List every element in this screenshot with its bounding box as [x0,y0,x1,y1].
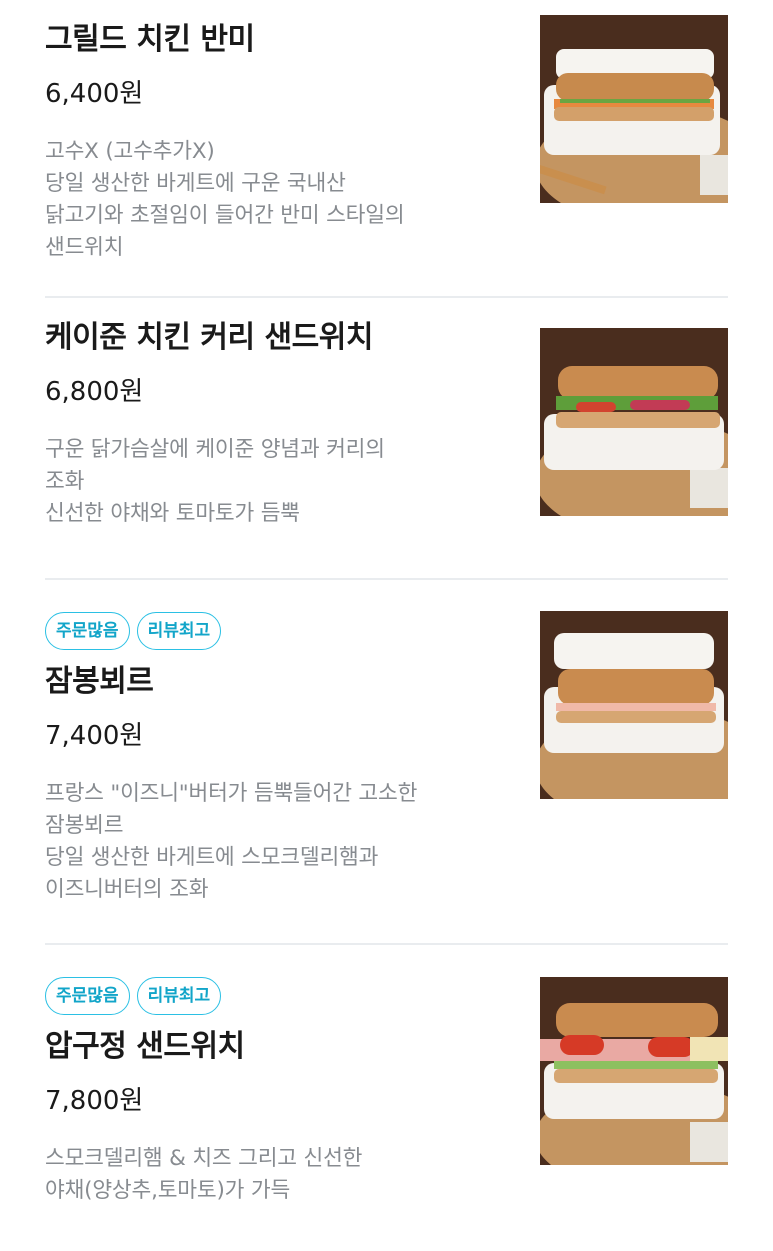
menu-item-name: 그릴드 치킨 반미 [45,22,255,57]
menu-item[interactable]: 주문많음 리뷰최고 압구정 샌드위치 7,800원 스모크델리햄 & 치즈 그리… [0,945,773,1251]
menu-item-description: 스모크델리햄 & 치즈 그리고 신선한 야채(양상추,토마토)가 가득 [45,1146,363,1203]
menu-item-description: 구운 닭가슴살에 케이준 양념과 커리의 조화 신선한 야채와 토마토가 듬뿍 [45,437,385,526]
menu-item-info: 주문많음 리뷰최고 잠봉뵈르 7,400원 프랑스 "이즈니"버터가 듬뿍들어간… [45,612,515,906]
menu-item-price: 6,800원 [45,377,144,407]
menu-item-name: 케이준 치킨 커리 샌드위치 [45,320,373,355]
badge-list: 주문많음 리뷰최고 [45,612,515,650]
menu-item-info: 케이준 치킨 커리 샌드위치 6,800원 구운 닭가슴살에 케이준 양념과 커… [45,318,515,530]
menu-item-description: 고수X (고수추가X) 당일 생산한 바게트에 구운 국내산 닭고기와 초절임이… [45,139,405,260]
menu-item-name: 압구정 샌드위치 [45,1029,245,1064]
menu-item-name: 잠봉뵈르 [45,664,154,699]
sandwich-photo-image [540,328,728,516]
menu-item-price: 7,400원 [45,721,144,751]
menu-item-price: 7,800원 [45,1086,144,1116]
menu-item[interactable]: 주문많음 리뷰최고 잠봉뵈르 7,400원 프랑스 "이즈니"버터가 듬뿍들어간… [0,580,773,945]
menu-item-description: 프랑스 "이즈니"버터가 듬뿍들어간 고소한 잠봉뵈르 당일 생산한 바게트에 … [45,781,418,902]
menu-item[interactable]: 케이준 치킨 커리 샌드위치 6,800원 구운 닭가슴살에 케이준 양념과 커… [0,298,773,580]
sandwich-photo-image [540,15,728,203]
sandwich-photo-image [540,611,728,799]
badge-top-review: 리뷰최고 [136,612,222,650]
menu-item-price: 6,400원 [45,79,144,109]
badge-popular: 주문많음 [45,612,130,650]
menu-item[interactable]: 그릴드 치킨 반미 6,400원 고수X (고수추가X) 당일 생산한 바게트에… [0,0,773,298]
menu-item-photo[interactable] [540,328,728,516]
badge-list: 주문많음 리뷰최고 [45,977,515,1015]
menu-item-photo[interactable] [540,611,728,799]
menu-item-info: 주문많음 리뷰최고 압구정 샌드위치 7,800원 스모크델리햄 & 치즈 그리… [45,977,515,1207]
menu-item-info: 그릴드 치킨 반미 6,400원 고수X (고수추가X) 당일 생산한 바게트에… [45,20,515,264]
sandwich-photo-image [540,977,728,1165]
menu-item-photo[interactable] [540,15,728,203]
badge-top-review: 리뷰최고 [136,977,222,1015]
badge-popular: 주문많음 [45,977,130,1015]
menu-item-photo[interactable] [540,977,728,1165]
menu-list: 그릴드 치킨 반미 6,400원 고수X (고수추가X) 당일 생산한 바게트에… [0,0,773,1251]
